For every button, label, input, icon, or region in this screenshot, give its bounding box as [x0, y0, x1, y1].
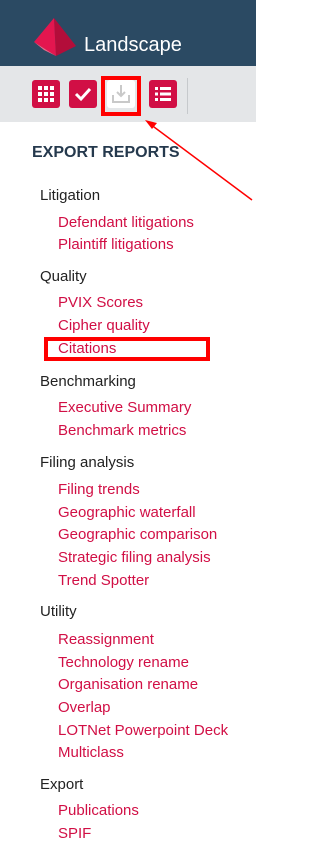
grid-view-button[interactable]	[32, 80, 60, 108]
report-link-publications[interactable]: Publications	[58, 802, 139, 820]
report-link-filing-trends[interactable]: Filing trends	[58, 481, 140, 499]
report-link-reassignment[interactable]: Reassignment	[58, 631, 154, 649]
report-link-technology-rename[interactable]: Technology rename	[58, 654, 189, 672]
report-link-trend-spotter[interactable]: Trend Spotter	[58, 572, 149, 590]
group-label-export: Export	[40, 776, 84, 793]
landscape-logo-icon	[34, 18, 76, 56]
report-link-geographic-waterfall[interactable]: Geographic waterfall	[58, 504, 196, 522]
group-label-litigation: Litigation	[40, 187, 101, 204]
report-link-overlap[interactable]: Overlap	[58, 699, 111, 717]
report-link-executive-summary[interactable]: Executive Summary	[58, 399, 191, 417]
check-button[interactable]	[69, 80, 97, 108]
report-link-organisation-rename[interactable]: Organisation rename	[58, 676, 198, 694]
app-title: Landscape	[84, 34, 182, 56]
report-link-lotnet-powerpoint-deck[interactable]: LOTNet Powerpoint Deck	[58, 722, 228, 740]
report-link-defendant-litigations[interactable]: Defendant litigations	[58, 214, 194, 232]
group-label-benchmarking: Benchmarking	[40, 373, 136, 390]
group-label-filing-analysis: Filing analysis	[40, 454, 135, 471]
report-link-spif[interactable]: SPIF	[58, 825, 91, 843]
report-link-benchmark-metrics[interactable]: Benchmark metrics	[58, 422, 186, 440]
report-link-plaintiff-litigations[interactable]: Plaintiff litigations	[58, 236, 174, 254]
report-link-geographic-comparison[interactable]: Geographic comparison	[58, 526, 217, 544]
report-link-strategic-filing-analysis[interactable]: Strategic filing analysis	[58, 549, 211, 567]
toolbar-divider	[187, 78, 188, 114]
export-reports-title: EXPORT REPORTS	[32, 144, 180, 161]
check-icon	[74, 87, 92, 102]
list-icon	[155, 87, 171, 101]
download-tray-icon	[112, 85, 130, 103]
grid-icon	[38, 86, 54, 102]
group-label-utility: Utility	[40, 603, 77, 620]
report-link-multiclass[interactable]: Multiclass	[58, 744, 124, 762]
report-link-pvix-scores[interactable]: PVIX Scores	[58, 294, 143, 312]
export-button[interactable]	[107, 80, 135, 108]
group-label-quality: Quality	[40, 268, 87, 285]
list-view-button[interactable]	[149, 80, 177, 108]
app-header: Landscape	[0, 0, 256, 66]
report-link-citations[interactable]: Citations	[58, 340, 116, 358]
report-link-cipher-quality[interactable]: Cipher quality	[58, 317, 150, 335]
